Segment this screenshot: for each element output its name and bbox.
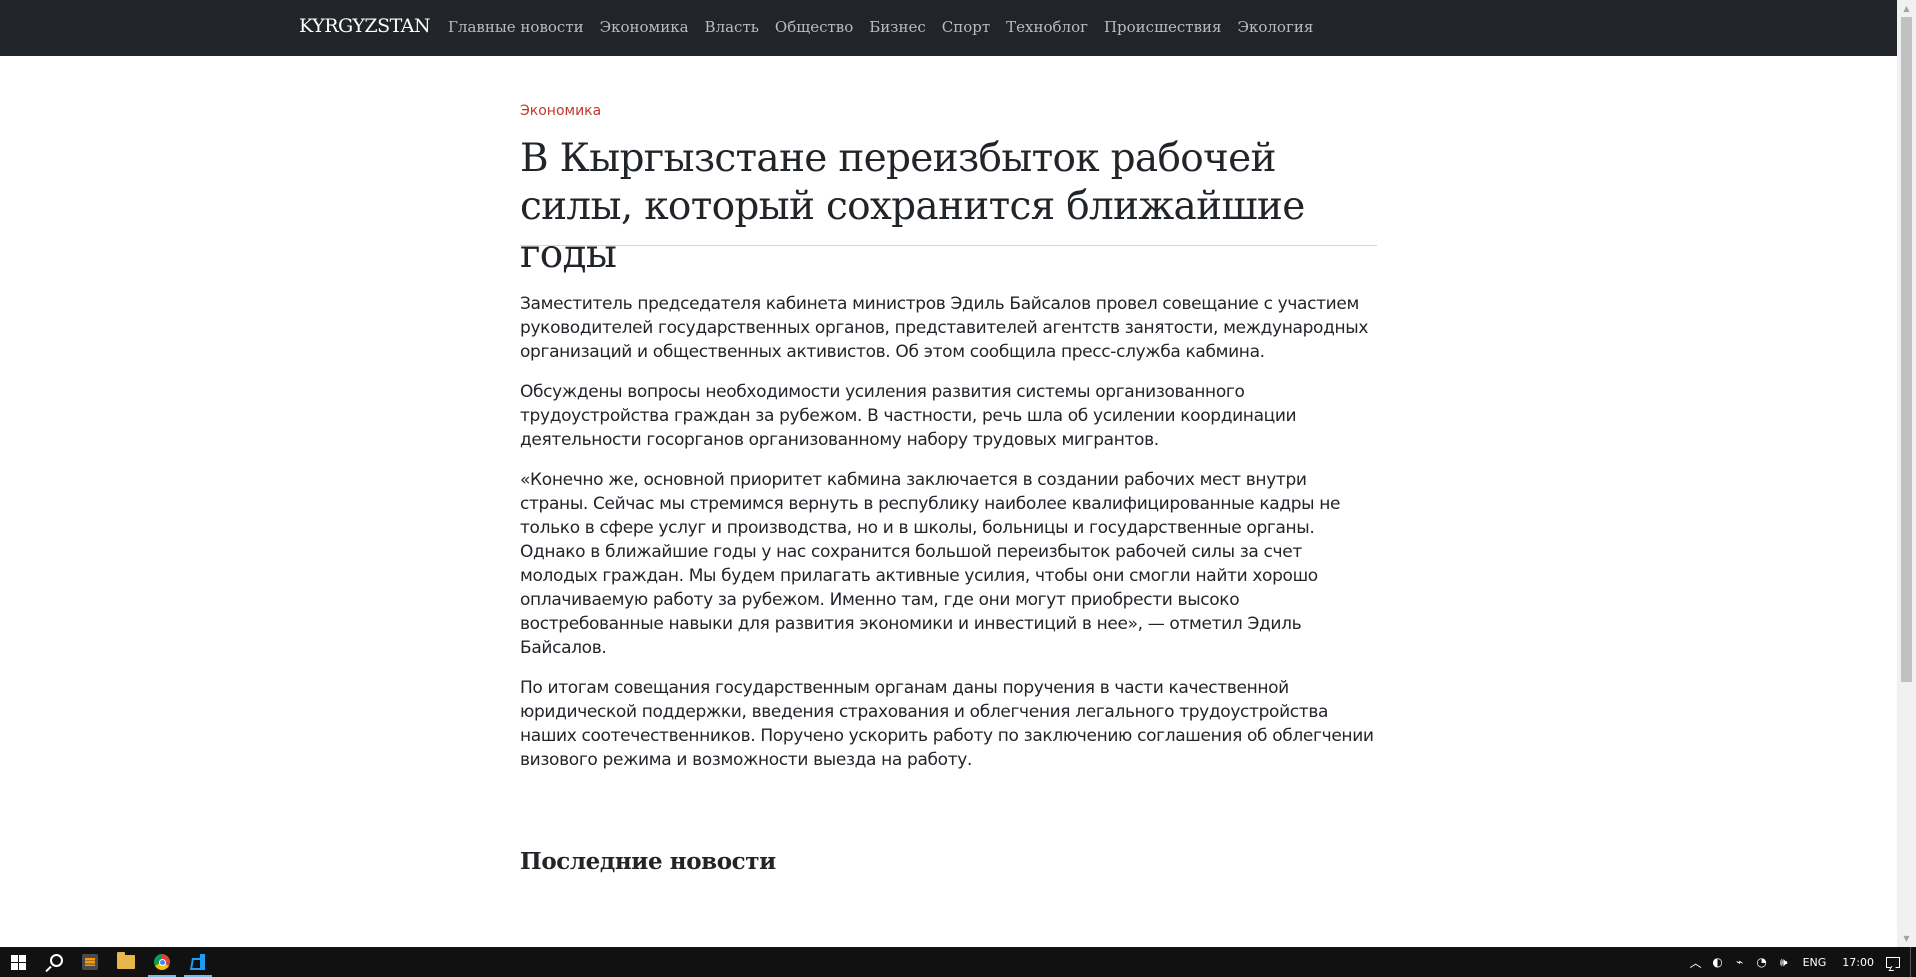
search-icon: [49, 953, 63, 967]
nav-links: Главные новости Экономика Власть Обществ…: [448, 18, 1313, 36]
file-explorer-icon: [117, 952, 135, 969]
article-category-link[interactable]: Экономика: [520, 103, 601, 119]
show-desktop-button[interactable]: [1910, 947, 1916, 977]
article-paragraph: По итогам совещания государственным орга…: [520, 678, 1374, 770]
volume-icon[interactable]: 🕪: [1773, 947, 1795, 977]
taskbar-app-explorer[interactable]: [108, 947, 144, 977]
vscode-icon: [190, 954, 206, 970]
nav-link-main-news[interactable]: Главные новости: [448, 18, 584, 36]
nav-link-business[interactable]: Бизнес: [869, 18, 925, 36]
nav-link-techblog[interactable]: Техноблог: [1006, 18, 1088, 36]
taskbar: ︿ ◐ ⌁ ◔ 🕪 ENG 17:00: [0, 947, 1916, 977]
title-divider: [520, 245, 1377, 246]
power-plug-icon[interactable]: ⌁: [1729, 947, 1751, 977]
page-scrollbar[interactable]: ▲ ▼: [1897, 0, 1916, 947]
windows-start-icon: [10, 954, 26, 970]
scroll-up-arrow-icon[interactable]: ▲: [1897, 0, 1916, 17]
nav-link-ecology[interactable]: Экология: [1238, 18, 1314, 36]
notification-icon: [1886, 956, 1900, 968]
wifi-icon[interactable]: ◔: [1751, 947, 1773, 977]
show-hidden-icons-chevron-icon[interactable]: ︿: [1685, 947, 1707, 977]
action-center-button[interactable]: [1882, 947, 1904, 977]
system-tray: ︿ ◐ ⌁ ◔ 🕪 ENG 17:00: [1685, 947, 1916, 977]
clock[interactable]: 17:00: [1834, 956, 1882, 969]
taskbar-app-chrome[interactable]: [144, 947, 180, 977]
latest-news-heading: Последние новости: [520, 848, 776, 875]
nav-link-incidents[interactable]: Происшествия: [1104, 18, 1222, 36]
meet-now-icon[interactable]: ◐: [1707, 947, 1729, 977]
article-paragraph: Заместитель председателя кабинета минист…: [520, 294, 1369, 362]
nav-link-sport[interactable]: Спорт: [942, 18, 990, 36]
scroll-down-arrow-icon[interactable]: ▼: [1897, 930, 1916, 947]
taskbar-app-sublime[interactable]: [72, 947, 108, 977]
site-logo[interactable]: KYRGYZSTAN: [299, 15, 431, 37]
top-navbar: KYRGYZSTAN Главные новости Экономика Вла…: [0, 0, 1897, 56]
nav-link-power[interactable]: Власть: [705, 18, 759, 36]
article-paragraph: «Конечно же, основной приоритет кабмина …: [520, 470, 1341, 658]
sublime-text-icon: [82, 954, 98, 970]
input-language-indicator[interactable]: ENG: [1795, 956, 1835, 969]
nav-link-society[interactable]: Общество: [775, 18, 853, 36]
scrollbar-thumb[interactable]: [1901, 17, 1912, 682]
article-body: Заместитель председателя кабинета минист…: [520, 292, 1377, 788]
article-paragraph: Обсуждены вопросы необходимости усиления…: [520, 382, 1297, 450]
windows-start-button[interactable]: [0, 947, 36, 977]
nav-link-economy[interactable]: Экономика: [600, 18, 689, 36]
article-title: В Кыргызстане переизбыток рабочей силы, …: [520, 136, 1305, 277]
taskbar-search-button[interactable]: [36, 947, 72, 977]
taskbar-app-vscode[interactable]: [180, 947, 216, 977]
chrome-icon: [154, 954, 170, 970]
